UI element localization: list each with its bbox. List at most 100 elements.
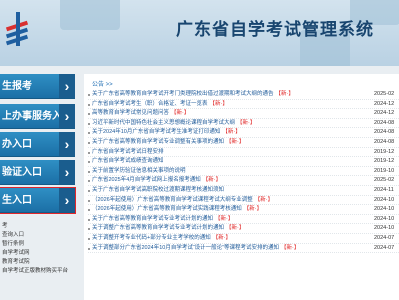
news-title-link[interactable]: 广东省自学考试考生（职）合格证、考证一览表 【新·】 [92, 100, 228, 110]
news-row: 习近平新时代中国特色社会主义思想概论课程自学考试大纲 【新·】 2024-08 [88, 119, 399, 129]
bullet-icon [88, 180, 90, 183]
news-date: 2024-11 [374, 186, 394, 193]
nav-student-entry-button[interactable]: 生入口 › [0, 187, 76, 214]
news-title-link[interactable]: 关于广东省高等教育自学考试专业考试计划的通知 【新·】 [92, 215, 233, 225]
news-title: 关于广东省高等教育自学考试专业调整有关事项的通知 [92, 138, 225, 145]
bullet-icon [88, 151, 90, 154]
nav-link[interactable]: 考 [0, 222, 80, 231]
news-date: 2024-10 [374, 225, 395, 232]
news-title: 广东省自学考试成绩查询通知 [92, 158, 164, 165]
news-title-link[interactable]: 关于2024年10月广东省自学考试考生准考证打印通知 【新·】 [92, 128, 241, 138]
bullet-icon [88, 237, 90, 240]
news-title-link[interactable]: 广东省2025年4月自学考试网上报名报考通知 【新·】 [92, 176, 221, 186]
nav-exam-registration-button[interactable]: 生报考 › [0, 74, 75, 99]
news-row: 关于前置学历验证信息相关事项的说明 2019-10 [88, 167, 399, 177]
news-title-link[interactable]: 关于广东省高等教育自学考试开考门类理院校出借过渡期和考试大纲的通告 【新·】 [92, 90, 294, 100]
news-title-link[interactable]: 习近平新时代中国特色社会主义思想概论课程自学考试大纲 【新·】 [92, 119, 255, 129]
nav-link[interactable]: 自学考试网 [0, 249, 80, 258]
news-date: 2024-08 [374, 138, 395, 145]
nav-office-entry-button[interactable]: 办入口 › [0, 132, 75, 157]
news-row: 关于调整部分广东省2024年10月自学考试“设计一般论”等课程考试安排的通知 【新… [88, 244, 399, 254]
announcement-panel: 公告 >> 关于广东省高等教育自学考试开考门类理院校出借过渡期和考试大纲的通告【… [84, 74, 399, 300]
new-badge: 【新·】 [226, 225, 245, 232]
news-date: 2024-07 [374, 234, 395, 241]
news-row: 关于2024年10月广东省自学考试考生准考证打印通知 【新·】 2024-08 [88, 128, 399, 138]
news-date: 2024-12 [374, 100, 395, 107]
bullet-icon [88, 94, 90, 96]
new-badge: 【新·】 [222, 129, 241, 136]
news-title-link[interactable]: （2026年起使用）广东省高等教育自学考试课程考试大纲专业调整 【新·】 [92, 196, 273, 206]
nav-link[interactable]: 查询入口 [0, 231, 80, 240]
nav-label: 办入口 [2, 139, 32, 150]
news-title: （2026年起使用）广东省高等教育自学考试实践课程考核通知 [92, 206, 242, 213]
news-date: 2025-02 [374, 91, 395, 97]
news-title-link[interactable]: 关于调整部分广东省2024年10月自学考试“设计一般论”等课程考试安排的通知 【新… [92, 244, 299, 254]
new-badge: 【新·】 [275, 91, 294, 97]
nav-label: 验证入口 [2, 167, 42, 178]
news-title: 关于调整部分广东省2024年10月自学考试“设计一般论”等课程考试安排的通知 [92, 244, 280, 251]
nav-link[interactable]: 暂行条例 [0, 240, 80, 249]
news-date: 2024-10 [374, 206, 395, 213]
news-row: 关于广东省高等教育自学考试专业调整有关事项的通知 【新·】 2024-08 [88, 138, 399, 148]
news-title: 习近平新时代中国特色社会主义思想概论课程自学考试大纲 [92, 119, 236, 126]
news-date: 2025-02 [374, 177, 395, 184]
left-navigation: 生报考 › 上办事服务入口 › 办入口 › 验证入口 › 生入口 › 考 查询入… [0, 74, 80, 300]
bullet-icon [88, 103, 90, 106]
gdeea-logo-icon [5, 12, 29, 46]
bullet-icon [88, 132, 90, 135]
news-title: 广东省2025年4月自学考试网上报名报考通知 [92, 177, 201, 184]
news-title-link[interactable]: 广东省自学考试考试日程安排 [92, 148, 164, 158]
nav-link[interactable]: 教育考试院 [0, 258, 80, 267]
chevron-right-icon: › [59, 132, 75, 156]
news-title-link[interactable]: 高等教育自学考试常见问题问答 【新·】 [92, 109, 189, 119]
bullet-icon [88, 122, 90, 125]
news-title-link[interactable]: 关于前置学历验证信息相关事项的说明 [92, 167, 186, 177]
news-title: 关于广东省高等教育自学考试开考门类理院校出借过渡期和考试大纲的通告 [92, 91, 274, 97]
bullet-icon [88, 218, 90, 221]
bullet-icon [88, 170, 90, 173]
bullet-icon [88, 161, 90, 164]
news-date: 2019-12 [374, 158, 395, 165]
news-title: 高等教育自学考试常见问题问答 [92, 110, 170, 117]
bullet-icon [88, 199, 90, 202]
new-badge: 【新·】 [226, 138, 245, 145]
news-date: 2024-08 [374, 129, 395, 136]
news-row: 广东省自学考试成绩查询通知 2019-12 [88, 157, 399, 167]
puzzle-decoration [60, 0, 120, 30]
news-row: （2026年起使用）广东省高等教育自学考试课程考试大纲专业调整 【新·】 2024-… [88, 196, 399, 206]
news-list: 关于广东省高等教育自学考试开考门类理院校出借过渡期和考试大纲的通告 【新·】 202… [88, 90, 399, 254]
nav-label: 生入口 [2, 195, 32, 206]
breadcrumb[interactable]: 公告 >> [92, 79, 113, 88]
news-row: 关于调整开考专业代码+部分专业主考学校的通知 【新·】 2024-07 [88, 234, 399, 244]
news-date: 2024-10 [374, 215, 395, 222]
news-date: 2019-10 [374, 167, 395, 174]
news-row: 广东省自学考试考试日程安排 2019-12 [88, 148, 399, 158]
site-title: 广东省自学考试管理系统 [176, 20, 374, 39]
news-title: 关于调整开考专业代码+部分专业主考学校的通知 [92, 234, 211, 241]
news-date: 2019-12 [374, 148, 395, 155]
bullet-icon [88, 247, 90, 250]
new-badge: 【新·】 [209, 100, 228, 107]
bullet-icon [88, 141, 90, 144]
news-title-link[interactable]: 广东省自学考试成绩查询通知 [92, 157, 164, 167]
news-row: 高等教育自学考试常见问题问答 【新·】 2024-12 [88, 109, 399, 119]
news-title-link[interactable]: （2026年起使用）广东省高等教育自学考试实践课程考核通知 【新·】 [92, 205, 262, 215]
new-badge: 【新·】 [281, 244, 300, 251]
nav-link[interactable]: 自学考试正版教材购买平台 [0, 267, 80, 276]
news-title-link[interactable]: 关于广东省自学考试高职院校过渡期课程考核通知须知 [92, 186, 224, 196]
news-row: 关于广东省自学考试高职院校过渡期课程考核通知须知 2024-11 [88, 186, 399, 196]
chevron-right-icon: › [59, 74, 75, 98]
news-title: 广东省自学考试考试日程安排 [92, 148, 164, 155]
nav-verification-entry-button[interactable]: 验证入口 › [0, 160, 75, 185]
news-title-link[interactable]: 关于广东省高等教育自学考试专业调整有关事项的通知 【新·】 [92, 138, 244, 148]
news-title-link[interactable]: 关于调整开考专业代码+部分专业主考学校的通知 【新·】 [92, 234, 231, 244]
news-title: 关于前置学历验证信息相关事项的说明 [92, 167, 186, 174]
news-title-link[interactable]: 关于调整广东省高等教育自学考试专业考试计划的通知 【新·】 [92, 224, 244, 234]
new-badge: 【新·】 [212, 234, 232, 241]
news-date: 2024-10 [374, 196, 395, 203]
new-badge: 【新·】 [215, 215, 234, 222]
new-badge: 【新·】 [254, 196, 274, 203]
news-row: 关于调整广东省高等教育自学考试专业考试计划的通知 【新·】 2024-10 [88, 224, 399, 234]
news-title: 广东省自学考试考生（职）合格证、考证一览表 [92, 100, 208, 107]
nav-online-service-button[interactable]: 上办事服务入口 › [0, 104, 75, 129]
